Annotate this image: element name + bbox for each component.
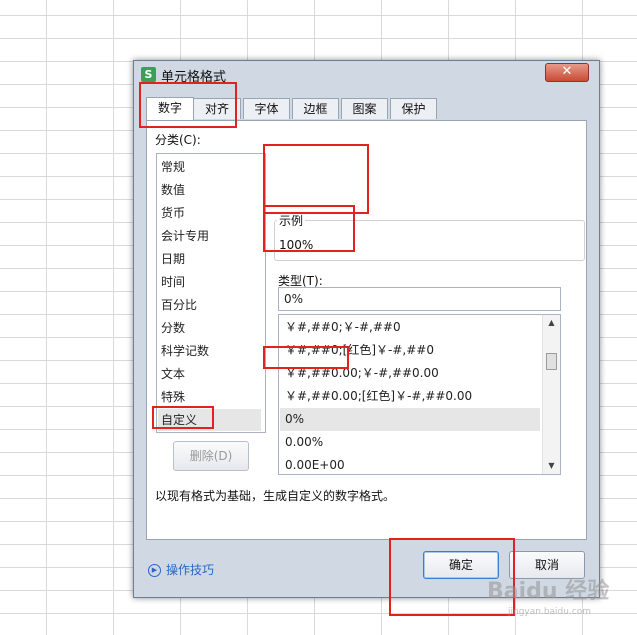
sample-value: 100% xyxy=(279,238,314,252)
sample-group: 示例 100% xyxy=(274,212,585,261)
dialog-title: 单元格格式 xyxy=(161,70,227,85)
tab-border[interactable]: 边框 xyxy=(292,98,339,119)
category-item-custom[interactable]: 自定义 xyxy=(158,409,261,431)
scroll-up-arrow-icon[interactable]: ▲ xyxy=(543,315,560,331)
category-item-fraction[interactable]: 分数 xyxy=(161,317,261,339)
play-circle-icon: ▶ xyxy=(148,564,161,577)
tips-link-label: 操作技巧 xyxy=(166,563,215,577)
format-list[interactable]: ￥#,##0;￥-#,##0 ￥#,##0;[红色]￥-#,##0 ￥#,##0… xyxy=(278,314,561,475)
format-item[interactable]: ￥#,##0;[红色]￥-#,##0 xyxy=(280,339,540,362)
baidu-watermark-url: jingyan.baidu.com xyxy=(508,607,592,617)
tab-alignment[interactable]: 对齐 xyxy=(193,98,241,119)
tips-link[interactable]: ▶ 操作技巧 xyxy=(148,561,214,578)
category-item-general[interactable]: 常规 xyxy=(161,156,261,178)
format-item[interactable]: ￥#,##0.00;￥-#,##0.00 xyxy=(280,362,540,385)
format-item[interactable]: 0.00% xyxy=(280,431,540,454)
baidu-watermark: Baidu 经验 xyxy=(487,579,610,604)
format-item[interactable]: 0.00E+00 xyxy=(280,454,540,474)
category-item-special[interactable]: 特殊 xyxy=(161,386,261,408)
number-tab-panel: 分类(C): 常规 数值 货币 会计专用 日期 时间 百分比 分数 科学记数 文… xyxy=(146,120,587,540)
tab-font[interactable]: 字体 xyxy=(243,98,290,119)
cell-format-dialog: S 单元格格式 ✕ 数字 对齐 字体 边框 图案 保护 分类(C): 常规 数值… xyxy=(133,60,600,598)
category-item-scientific[interactable]: 科学记数 xyxy=(161,340,261,362)
category-item-currency[interactable]: 货币 xyxy=(161,202,261,224)
close-button[interactable]: ✕ xyxy=(545,63,589,82)
category-list[interactable]: 常规 数值 货币 会计专用 日期 时间 百分比 分数 科学记数 文本 特殊 自定… xyxy=(156,153,266,433)
category-item-accounting[interactable]: 会计专用 xyxy=(161,225,261,247)
category-item-number[interactable]: 数值 xyxy=(161,179,261,201)
category-label: 分类(C): xyxy=(155,133,201,147)
delete-button[interactable]: 删除(D) xyxy=(173,441,249,471)
category-item-percentage[interactable]: 百分比 xyxy=(161,294,261,316)
type-input[interactable]: 0% xyxy=(278,287,561,311)
scroll-thumb[interactable] xyxy=(546,353,557,370)
dialog-titlebar: S 单元格格式 ✕ xyxy=(134,61,599,87)
tab-number[interactable]: 数字 xyxy=(146,97,194,121)
category-item-text[interactable]: 文本 xyxy=(161,363,261,385)
scroll-down-arrow-icon[interactable]: ▼ xyxy=(543,458,560,474)
category-item-date[interactable]: 日期 xyxy=(161,248,261,270)
format-list-scrollbar[interactable]: ▲ ▼ xyxy=(542,315,560,474)
tab-pattern[interactable]: 图案 xyxy=(341,98,388,119)
tab-protection[interactable]: 保护 xyxy=(390,98,437,119)
format-item[interactable]: ￥#,##0.00;[红色]￥-#,##0.00 xyxy=(280,385,540,408)
description-text: 以现有格式为基础，生成自定义的数字格式。 xyxy=(155,489,396,503)
wps-app-icon: S xyxy=(141,67,156,82)
sample-label: 示例 xyxy=(277,212,306,229)
format-item-selected[interactable]: 0% xyxy=(280,408,540,431)
format-item[interactable]: ￥#,##0;￥-#,##0 xyxy=(280,316,540,339)
category-item-time[interactable]: 时间 xyxy=(161,271,261,293)
